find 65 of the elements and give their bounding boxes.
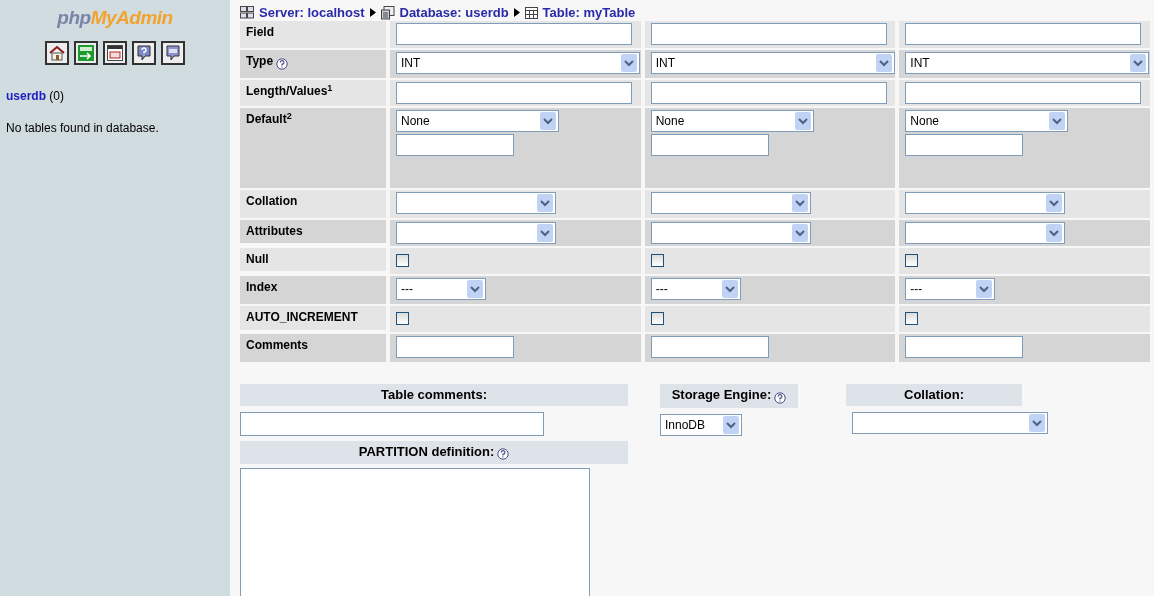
sql-window-icon[interactable] — [103, 40, 127, 65]
type-select[interactable]: INT — [650, 52, 895, 74]
comments-input[interactable] — [650, 336, 769, 358]
comments-input[interactable] — [396, 336, 514, 358]
empty-message: No tables found in database. — [6, 119, 160, 137]
default-value-input[interactable] — [396, 134, 514, 156]
default-select[interactable]: None — [650, 110, 814, 132]
null-checkbox[interactable] — [905, 254, 919, 267]
length-input[interactable] — [650, 82, 887, 104]
field-name-input[interactable] — [650, 23, 887, 45]
auto-increment-checkbox[interactable] — [396, 312, 409, 325]
row-label: Default$^{2}$ — [246, 112, 292, 126]
section-header: Table comments: — [240, 384, 628, 406]
collation-select[interactable] — [650, 192, 811, 214]
logo: phpMyAdmin — [56, 6, 174, 30]
auto-increment-checkbox[interactable] — [905, 312, 919, 325]
database-link[interactable]: userdb — [6, 88, 46, 103]
server-icon — [240, 6, 254, 19]
null-checkbox[interactable] — [650, 254, 664, 267]
row-label: Comments — [246, 338, 308, 352]
breadcrumb-link[interactable]: Database: userdb — [399, 2, 509, 23]
default-value-input[interactable] — [650, 134, 769, 156]
type-select[interactable]: INT — [396, 52, 640, 74]
breadcrumb-link[interactable]: Server: localhost — [259, 2, 365, 23]
auto-increment-checkbox[interactable] — [650, 312, 664, 325]
type-select[interactable]: INT — [905, 52, 1150, 74]
table-icon — [524, 6, 538, 19]
default-select[interactable]: None — [396, 110, 559, 132]
caret-icon — [369, 8, 376, 17]
index-select[interactable]: --- — [905, 278, 996, 300]
row-label: Field — [246, 25, 274, 39]
section-label: PARTITION definition: — [358, 443, 495, 459]
length-input[interactable] — [905, 82, 1142, 104]
house-icon[interactable] — [45, 40, 69, 65]
row-label: Type — [246, 54, 274, 68]
row-label: AUTO_INCREMENT — [246, 310, 358, 324]
row-label: Collation — [246, 194, 298, 208]
null-checkbox[interactable] — [396, 254, 409, 267]
sql-bubble-icon[interactable] — [161, 40, 185, 65]
default-select[interactable]: None — [905, 110, 1069, 132]
table-comments-input[interactable] — [240, 411, 544, 436]
collation-select[interactable] — [905, 192, 1066, 214]
question-bubble-icon[interactable] — [132, 40, 156, 65]
row-label: Attributes — [246, 224, 303, 238]
index-select[interactable]: --- — [396, 278, 486, 300]
storage-engine-select[interactable]: InnoDB — [660, 413, 742, 436]
section-label: Storage Engine: — [671, 387, 772, 402]
row-label: Length/Values$^{1}$ — [246, 84, 333, 98]
collation-select[interactable] — [396, 192, 556, 214]
attributes-select[interactable] — [650, 222, 811, 244]
default-value-input[interactable] — [905, 134, 1024, 156]
attributes-select[interactable] — [905, 222, 1066, 244]
row-label: Null — [246, 252, 269, 266]
table-collation-select[interactable] — [852, 411, 1048, 434]
length-input[interactable] — [396, 82, 632, 104]
field-name-input[interactable] — [905, 23, 1142, 45]
comments-input[interactable] — [905, 336, 1024, 358]
index-select[interactable]: --- — [650, 278, 741, 300]
section-header: Collation: — [846, 384, 1022, 406]
row-label: Index — [246, 280, 278, 294]
attributes-select[interactable] — [396, 222, 556, 244]
breadcrumb-link[interactable]: Table: myTable — [542, 2, 636, 23]
caret-icon — [513, 8, 520, 17]
field-name-input[interactable] — [396, 23, 632, 45]
table-count: (0) — [49, 88, 65, 103]
